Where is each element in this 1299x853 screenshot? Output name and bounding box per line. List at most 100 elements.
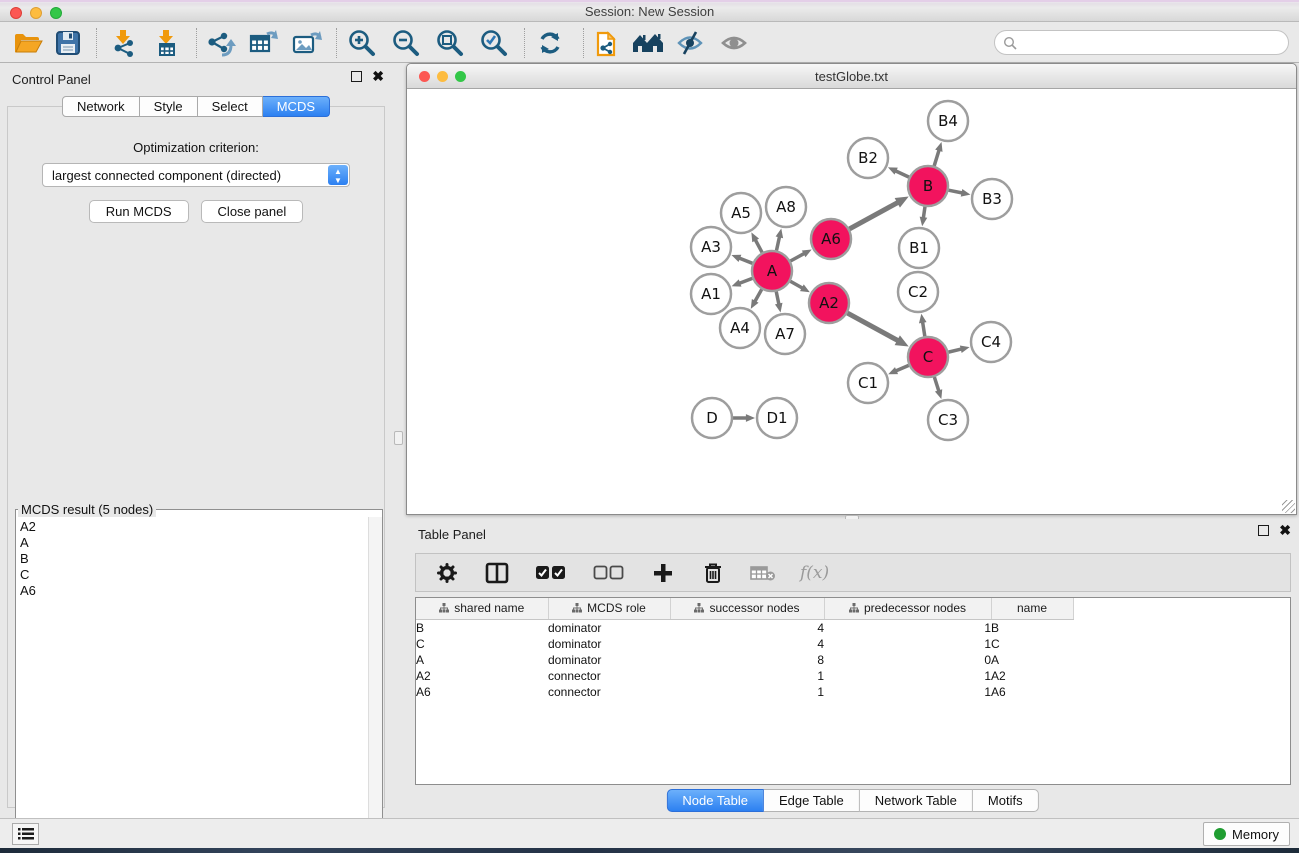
apply-layout-button[interactable] xyxy=(530,26,570,60)
float-table-panel-icon[interactable] xyxy=(1258,525,1269,536)
table-cell[interactable]: A xyxy=(416,652,548,668)
show-task-history-button[interactable] xyxy=(12,823,39,845)
close-panel-icon[interactable]: ✖ xyxy=(372,71,384,82)
table-row[interactable]: Cdominator41C xyxy=(416,636,1074,652)
graph-edge[interactable] xyxy=(923,322,925,336)
delete-table-icon[interactable] xyxy=(750,560,776,586)
graph-edge[interactable] xyxy=(790,281,802,288)
graph-edge[interactable] xyxy=(847,313,898,341)
close-table-panel-icon[interactable]: ✖ xyxy=(1279,525,1291,536)
zoom-fit-button[interactable] xyxy=(430,26,470,60)
table-cell[interactable]: dominator xyxy=(548,636,670,652)
splitter-grip[interactable] xyxy=(394,431,403,445)
zoom-selected-button[interactable] xyxy=(474,26,514,60)
table-cell[interactable]: 1 xyxy=(670,668,824,684)
export-table-button[interactable] xyxy=(243,26,283,60)
criterion-select[interactable]: largest connected component (directed) ▲… xyxy=(42,163,350,187)
graph-edge[interactable] xyxy=(776,292,779,305)
close-panel-button[interactable]: Close panel xyxy=(201,200,304,223)
mcds-result-item[interactable]: A6 xyxy=(20,583,368,599)
table-cell[interactable]: dominator xyxy=(548,652,670,668)
table-cell[interactable]: connector xyxy=(548,668,670,684)
graph-edge[interactable] xyxy=(849,202,898,229)
run-mcds-button[interactable]: Run MCDS xyxy=(89,200,189,223)
table-cell[interactable]: A2 xyxy=(416,668,548,684)
graph-edge[interactable] xyxy=(755,289,762,301)
table-cell[interactable]: B xyxy=(416,619,548,636)
table-options-gear-icon[interactable] xyxy=(434,560,460,586)
network-canvas[interactable]: B4B2BB3A5A8A6B1A3AC2A1A2A4A7C4CC1C3DD1 xyxy=(408,90,1296,514)
table-row[interactable]: Adominator80A xyxy=(416,652,1074,668)
new-network-from-selection-button[interactable] xyxy=(588,26,628,60)
network-window-titlebar[interactable]: testGlobe.txt xyxy=(407,64,1296,89)
window-resize-grip[interactable] xyxy=(1282,500,1295,513)
show-all-button[interactable] xyxy=(714,26,754,60)
mcds-result-list[interactable]: A2ABCA6 xyxy=(16,517,368,843)
export-network-button[interactable] xyxy=(200,26,240,60)
table-cell[interactable]: 1 xyxy=(824,636,991,652)
add-column-icon[interactable] xyxy=(650,560,676,586)
tab-network-table[interactable]: Network Table xyxy=(860,789,973,812)
tab-node-table[interactable]: Node Table xyxy=(666,789,764,812)
import-network-button[interactable] xyxy=(103,26,143,60)
mcds-result-item[interactable]: A xyxy=(20,535,368,551)
table-cell[interactable]: A6 xyxy=(416,684,548,700)
table-cell[interactable]: A6 xyxy=(991,684,1073,700)
column-header[interactable]: successor nodes xyxy=(670,598,824,619)
function-builder-icon[interactable]: f(x) xyxy=(800,563,829,583)
graph-edge[interactable] xyxy=(923,207,925,218)
table-cell[interactable]: 0 xyxy=(824,652,991,668)
graph-edge[interactable] xyxy=(755,240,762,253)
table-cell[interactable]: dominator xyxy=(548,619,670,636)
graph-edge[interactable] xyxy=(895,171,909,177)
table-cell[interactable]: 1 xyxy=(670,684,824,700)
search-input[interactable] xyxy=(1022,33,1288,53)
table-cell[interactable]: C xyxy=(416,636,548,652)
table-row[interactable]: Bdominator41B xyxy=(416,619,1074,636)
graph-edge[interactable] xyxy=(896,365,909,371)
table-row[interactable]: A6connector11A6 xyxy=(416,684,1074,700)
graph-edge[interactable] xyxy=(934,377,939,391)
graph-edge[interactable] xyxy=(776,236,779,250)
table-row[interactable]: A2connector11A2 xyxy=(416,668,1074,684)
table-cell[interactable]: 8 xyxy=(670,652,824,668)
table-cell[interactable]: A2 xyxy=(991,668,1073,684)
tab-edge-table[interactable]: Edge Table xyxy=(764,789,860,812)
mcds-result-item[interactable]: B xyxy=(20,551,368,567)
graph-edge[interactable] xyxy=(790,253,804,261)
graph-edge[interactable] xyxy=(739,278,752,283)
table-cell[interactable]: connector xyxy=(548,684,670,700)
table-cell[interactable]: 4 xyxy=(670,636,824,652)
save-session-button[interactable] xyxy=(48,26,88,60)
graph-edge[interactable] xyxy=(949,190,963,193)
result-scrollbar[interactable] xyxy=(368,517,382,843)
first-neighbors-button[interactable] xyxy=(628,26,668,60)
memory-button[interactable]: Memory xyxy=(1203,822,1290,846)
tab-select[interactable]: Select xyxy=(198,96,263,117)
export-image-button[interactable] xyxy=(286,26,326,60)
unselect-all-columns-icon[interactable] xyxy=(592,560,626,586)
show-column-panel-icon[interactable] xyxy=(484,560,510,586)
search-field[interactable] xyxy=(994,30,1289,55)
table-cell[interactable]: 1 xyxy=(824,668,991,684)
zoom-in-button[interactable] xyxy=(342,26,382,60)
column-header[interactable]: predecessor nodes xyxy=(824,598,991,619)
float-panel-icon[interactable] xyxy=(351,71,362,82)
table-cell[interactable]: C xyxy=(991,636,1073,652)
tab-mcds[interactable]: MCDS xyxy=(263,96,330,117)
tab-network[interactable]: Network xyxy=(62,96,140,117)
graph-edge[interactable] xyxy=(934,150,939,166)
graph-edge[interactable] xyxy=(948,349,961,352)
graph-edge[interactable] xyxy=(739,258,752,263)
zoom-out-button[interactable] xyxy=(386,26,426,60)
table-cell[interactable]: 4 xyxy=(670,619,824,636)
tab-style[interactable]: Style xyxy=(140,96,198,117)
table-cell[interactable]: B xyxy=(991,619,1073,636)
mcds-result-item[interactable]: C xyxy=(20,567,368,583)
table-cell[interactable]: A xyxy=(991,652,1073,668)
hide-selected-button[interactable] xyxy=(670,26,710,60)
open-file-button[interactable] xyxy=(8,26,48,60)
select-all-columns-icon[interactable] xyxy=(534,560,568,586)
import-table-button[interactable] xyxy=(146,26,186,60)
panel-splitter[interactable] xyxy=(392,63,406,818)
